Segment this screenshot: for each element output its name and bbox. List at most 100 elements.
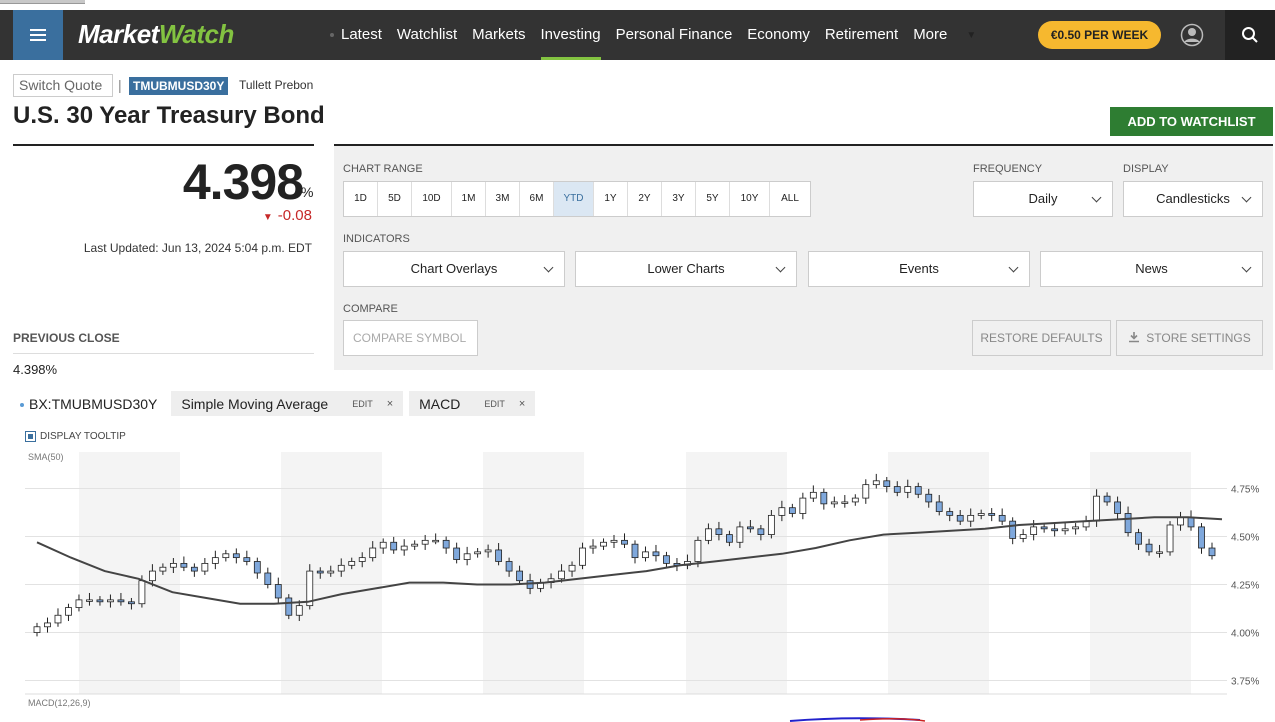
nav-link-retirement[interactable]: Retirement (825, 10, 898, 60)
candle-up (65, 607, 72, 616)
range-ytd[interactable]: YTD (554, 182, 594, 216)
price-chart[interactable]: 4.75% 4.50% 4.25% 4.00% 3.75% SMA(50) MACD(12,… (0, 448, 1275, 722)
nav-link-watchlist[interactable]: Watchlist (397, 10, 457, 60)
nav-link-more[interactable]: More (913, 10, 947, 60)
store-settings-label: STORE SETTINGS (1146, 331, 1251, 345)
compare-symbol-input[interactable]: COMPARE SYMBOL (343, 320, 478, 356)
candle-up (767, 514, 775, 535)
macd-edit-button[interactable]: EDIT (484, 399, 505, 409)
store-settings-button[interactable]: STORE SETTINGS (1116, 320, 1263, 356)
candle-up (33, 626, 41, 633)
candle-up (579, 547, 586, 566)
macd-remove-icon[interactable]: × (519, 398, 525, 410)
range-5y[interactable]: 5Y (696, 182, 730, 216)
candle-up (1177, 516, 1184, 526)
legend-symbol[interactable]: BX:TMUBMUSD30Y (20, 396, 157, 412)
events-select[interactable]: Events (808, 251, 1030, 287)
candle-up (358, 557, 366, 562)
candle-up (705, 528, 712, 541)
range-1y[interactable]: 1Y (594, 182, 628, 216)
price-unit: % (301, 184, 314, 200)
divider (13, 353, 314, 354)
range-10d[interactable]: 10D (412, 182, 452, 216)
candle-up (1093, 495, 1100, 522)
candle-up (1156, 551, 1163, 554)
user-icon[interactable] (1180, 23, 1204, 47)
restore-defaults-button[interactable]: RESTORE DEFAULTS (972, 320, 1111, 356)
candle-down (726, 534, 733, 543)
range-2y[interactable]: 2Y (628, 182, 662, 216)
candle-down (190, 566, 198, 572)
subscribe-button[interactable]: €0.50 PER WEEK (1038, 21, 1161, 49)
candle-down (316, 570, 324, 574)
search-button[interactable] (1225, 10, 1275, 60)
candle-down (946, 511, 954, 516)
candle-up (379, 541, 387, 549)
candle-down (232, 553, 240, 559)
candle-down (180, 562, 188, 568)
frequency-select[interactable]: Daily (973, 181, 1113, 217)
last-updated: Last Updated: Jun 13, 2024 5:04 p.m. EDT (83, 241, 312, 255)
news-select[interactable]: News (1040, 251, 1263, 287)
nav-link-economy[interactable]: Economy (747, 10, 810, 60)
browser-tab[interactable] (0, 0, 85, 4)
range-3m[interactable]: 3M (486, 182, 520, 216)
switch-quote-input[interactable]: Switch Quote (13, 74, 113, 97)
candle-down (621, 539, 628, 545)
nav-link-markets[interactable]: Markets (472, 10, 525, 60)
candle-up (904, 486, 912, 493)
candle-up (558, 570, 565, 580)
candle-down (285, 597, 293, 616)
menu-button[interactable] (13, 10, 63, 60)
candle-down (914, 486, 922, 495)
down-arrow-icon: ▼ (262, 212, 273, 223)
price-change: ▼ -0.08 (13, 207, 312, 224)
compare-label: COMPARE (343, 303, 398, 315)
range-1m[interactable]: 1M (452, 182, 486, 216)
range-5d[interactable]: 5D (378, 182, 412, 216)
candle-down (1145, 543, 1153, 553)
candle-up (159, 566, 167, 572)
candle-up (369, 547, 377, 559)
browser-strip (0, 0, 1275, 10)
chevron-down-icon (543, 262, 554, 273)
range-3y[interactable]: 3Y (662, 182, 696, 216)
logo[interactable]: MarketWatch (78, 19, 234, 50)
candle-down (253, 561, 261, 574)
nav-link-investing[interactable]: Investing (540, 10, 601, 60)
range-10y[interactable]: 10Y (730, 182, 770, 216)
nav-link-latest[interactable]: Latest (341, 10, 382, 60)
y-tick-label: 4.75% (1231, 484, 1259, 495)
display-select[interactable]: Candlesticks (1123, 181, 1263, 217)
series-dot-icon (20, 402, 24, 407)
candle-down (96, 599, 104, 603)
candle-up (211, 557, 219, 564)
sma-name: Simple Moving Average (181, 395, 329, 412)
candle-down (925, 493, 933, 503)
sma-edit-button[interactable]: EDIT (352, 399, 373, 409)
candle-down (1124, 513, 1132, 534)
display-tooltip-toggle[interactable]: DISPLAY TOOLTIP (25, 431, 126, 442)
candle-up (830, 501, 838, 505)
candle-down (495, 549, 503, 562)
candle-down (453, 547, 461, 560)
candle-up (642, 551, 649, 559)
range-6m[interactable]: 6M (520, 182, 554, 216)
nav-link-personal-finance[interactable]: Personal Finance (616, 10, 733, 60)
nav-dot (330, 33, 334, 37)
ticker-badge: TMUBMUSD30Y (129, 77, 229, 95)
range-all[interactable]: ALL (770, 182, 810, 216)
candle-up (86, 599, 93, 602)
candle-up (568, 564, 576, 572)
candle-down (128, 601, 135, 605)
lower-charts-select[interactable]: Lower Charts (575, 251, 797, 287)
sma-remove-icon[interactable]: × (387, 398, 393, 410)
sma-indicator-pill: Simple Moving Average EDIT × (171, 391, 404, 416)
divider (13, 144, 314, 146)
range-1d[interactable]: 1D (344, 182, 378, 216)
indicators-label: INDICATORS (343, 233, 410, 245)
chart-overlays-select[interactable]: Chart Overlays (343, 251, 565, 287)
candle-down (390, 541, 398, 551)
add-to-watchlist-button[interactable]: ADD TO WATCHLIST (1110, 107, 1273, 136)
candle-up (421, 539, 429, 545)
